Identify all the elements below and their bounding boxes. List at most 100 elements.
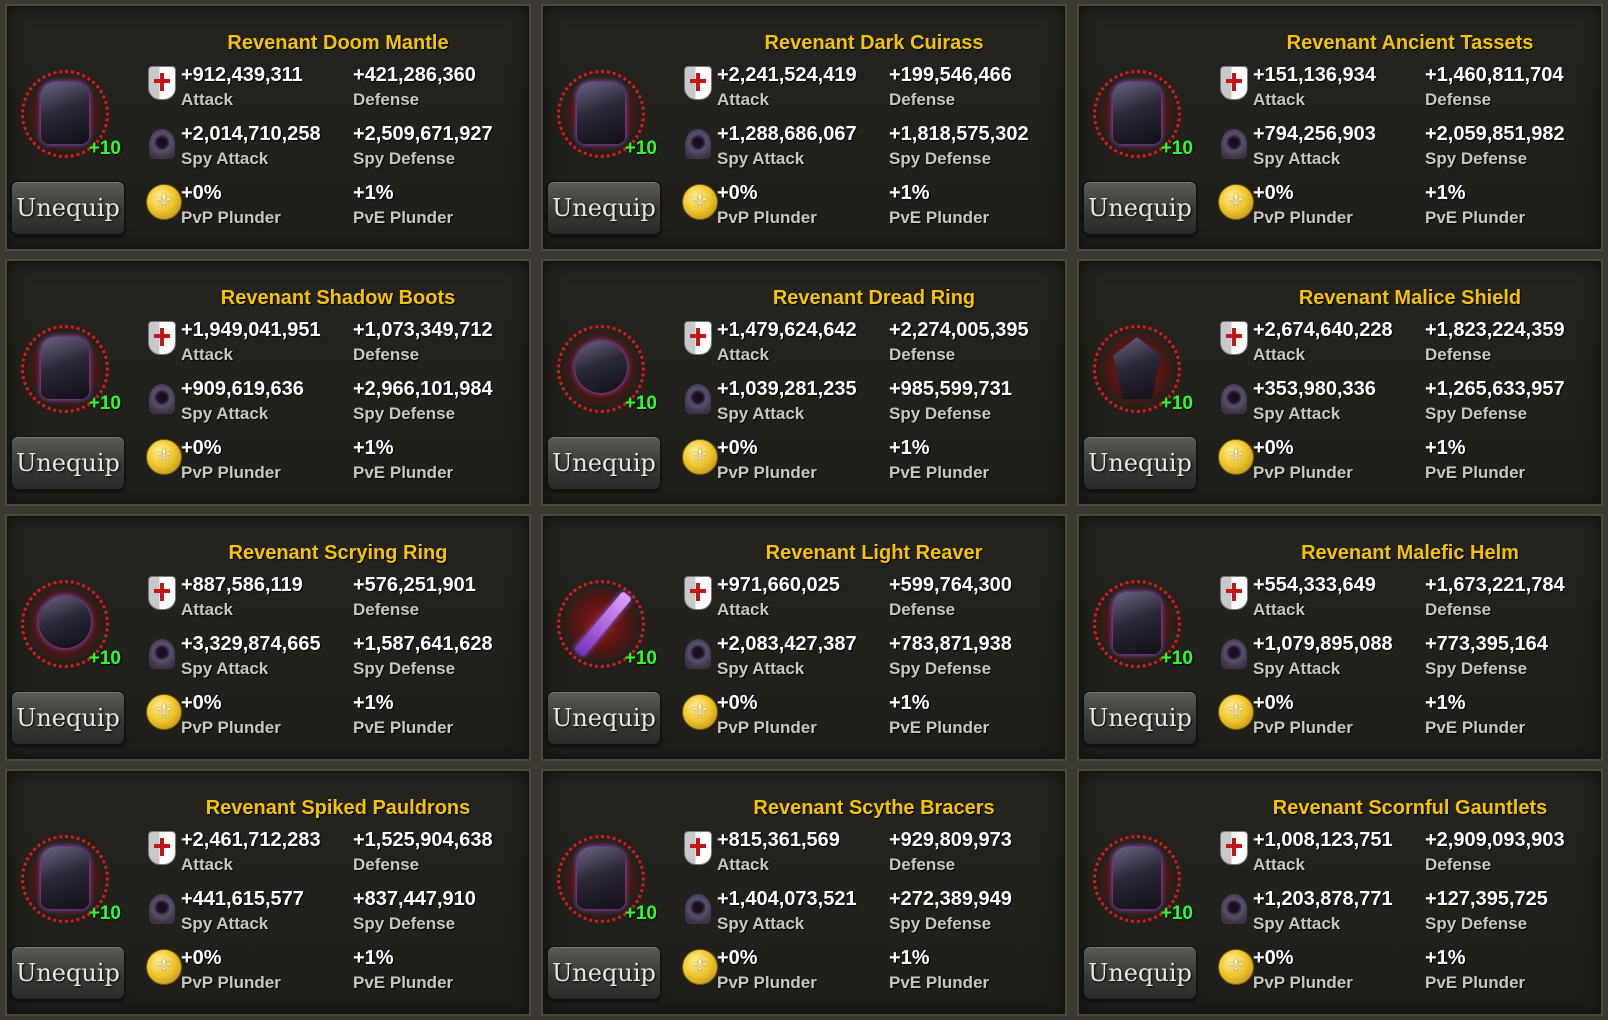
item-image[interactable]: +10: [553, 321, 657, 417]
pvp-plunder-value: +0%: [717, 947, 758, 969]
item-name: Revenant Scornful Gauntlets: [1272, 797, 1548, 819]
cloak-icon: [41, 82, 89, 144]
pvp-plunder-value: +0%: [1253, 947, 1294, 969]
unequip-button[interactable]: Unequip: [1083, 436, 1197, 490]
unequip-button[interactable]: Unequip: [547, 181, 661, 235]
spy-attack-label: Spy Attack: [1253, 914, 1341, 933]
pvp-plunder-value: +0%: [717, 437, 758, 459]
defense-label: Defense: [889, 600, 956, 619]
equipment-card: Revenant Light Reaver +10 Unequip +971,6…: [541, 514, 1067, 761]
item-image[interactable]: +10: [553, 66, 657, 162]
item-image[interactable]: +10: [17, 831, 121, 927]
pve-plunder-label: PvE Plunder: [889, 718, 990, 737]
pvp-plunder-value: +0%: [1253, 182, 1294, 204]
pvp-plunder-value: +0%: [181, 692, 222, 714]
unequip-button[interactable]: Unequip: [11, 691, 125, 745]
item-image[interactable]: +10: [1089, 576, 1193, 672]
unequip-button[interactable]: Unequip: [11, 436, 125, 490]
spy-defense-label: Spy Defense: [889, 149, 992, 168]
attack-value: +2,241,524,419: [717, 64, 857, 86]
spy-defense-value: +837,447,910: [353, 888, 476, 910]
unequip-button[interactable]: Unequip: [1083, 946, 1197, 1000]
item-name: Revenant Malice Shield: [1298, 287, 1522, 309]
upgrade-level: +10: [1160, 138, 1193, 159]
upgrade-level: +10: [624, 648, 657, 669]
item-image[interactable]: +10: [17, 576, 121, 672]
upgrade-level: +10: [624, 903, 657, 924]
attack-value: +971,660,025: [717, 574, 840, 596]
gold-coin-icon: [1214, 182, 1254, 220]
knight-shield-icon: [142, 574, 178, 610]
pve-plunder-value: +1%: [889, 692, 930, 714]
tassets-icon: [1113, 82, 1161, 144]
spy-attack-value: +1,079,895,088: [1253, 633, 1393, 655]
knight-shield-icon: [1214, 319, 1250, 355]
item-image[interactable]: +10: [1089, 321, 1193, 417]
spy-attack-label: Spy Attack: [181, 659, 269, 678]
spy-attack-value: +353,980,336: [1253, 378, 1376, 400]
attack-value: +1,949,041,951: [181, 319, 321, 341]
item-image[interactable]: +10: [553, 576, 657, 672]
item-name: Revenant Light Reaver: [765, 542, 983, 564]
unequip-button[interactable]: Unequip: [547, 436, 661, 490]
spy-attack-label: Spy Attack: [717, 914, 805, 933]
defense-value: +199,546,466: [889, 64, 1012, 86]
spy-defense-label: Spy Defense: [1425, 149, 1528, 168]
spy-attack-value: +441,615,577: [181, 888, 304, 910]
unequip-button[interactable]: Unequip: [11, 181, 125, 235]
defense-value: +599,764,300: [889, 574, 1012, 596]
pvp-plunder-label: PvP Plunder: [181, 718, 281, 737]
pvp-plunder-value: +0%: [181, 182, 222, 204]
attack-label: Attack: [181, 855, 233, 874]
attack-value: +151,136,934: [1253, 64, 1376, 86]
attack-label: Attack: [717, 90, 769, 109]
pve-plunder-label: PvE Plunder: [889, 208, 990, 227]
spy-defense-value: +2,059,851,982: [1425, 123, 1565, 145]
unequip-button[interactable]: Unequip: [547, 946, 661, 1000]
item-name: Revenant Malefic Helm: [1301, 542, 1519, 564]
attack-label: Attack: [1253, 90, 1305, 109]
item-image[interactable]: +10: [1089, 66, 1193, 162]
defense-value: +1,525,904,638: [353, 829, 493, 851]
defense-label: Defense: [889, 90, 956, 109]
item-image[interactable]: +10: [553, 831, 657, 927]
equipment-card: Revenant Ancient Tassets +10 Unequip +15…: [1077, 4, 1603, 251]
attack-value: +1,008,123,751: [1253, 829, 1393, 851]
gold-coin-icon: [678, 947, 718, 985]
gold-coin-icon: [678, 692, 718, 730]
pve-plunder-value: +1%: [889, 182, 930, 204]
pvp-plunder-label: PvP Plunder: [717, 463, 817, 482]
unequip-button[interactable]: Unequip: [1083, 691, 1197, 745]
spy-attack-label: Spy Attack: [717, 149, 805, 168]
spy-defense-value: +272,389,949: [889, 888, 1012, 910]
equipment-card: Revenant Scornful Gauntlets +10 Unequip …: [1077, 769, 1603, 1016]
pve-plunder-label: PvE Plunder: [1425, 973, 1526, 992]
hooded-spy-icon: [1214, 888, 1250, 924]
attack-label: Attack: [181, 600, 233, 619]
item-image[interactable]: +10: [17, 66, 121, 162]
upgrade-level: +10: [88, 648, 121, 669]
unequip-button[interactable]: Unequip: [547, 691, 661, 745]
equipment-card: Revenant Doom Mantle +10 Unequip +912,43…: [5, 4, 531, 251]
item-image[interactable]: +10: [1089, 831, 1193, 927]
defense-label: Defense: [1425, 855, 1492, 874]
unequip-button[interactable]: Unequip: [11, 946, 125, 1000]
spy-defense-label: Spy Defense: [353, 149, 456, 168]
spy-attack-label: Spy Attack: [181, 914, 269, 933]
item-image[interactable]: +10: [17, 321, 121, 417]
spy-defense-value: +1,587,641,628: [353, 633, 493, 655]
knight-shield-icon: [678, 574, 714, 610]
spy-defense-value: +127,395,725: [1425, 888, 1548, 910]
spy-attack-label: Spy Attack: [181, 404, 269, 423]
spy-attack-value: +1,203,878,771: [1253, 888, 1393, 910]
pvp-plunder-label: PvP Plunder: [1253, 463, 1353, 482]
hooded-spy-icon: [142, 123, 178, 159]
knight-shield-icon: [1214, 829, 1250, 865]
unequip-button[interactable]: Unequip: [1083, 181, 1197, 235]
pve-plunder-value: +1%: [353, 437, 394, 459]
spy-defense-label: Spy Defense: [1425, 404, 1528, 423]
pvp-plunder-value: +0%: [717, 692, 758, 714]
spy-defense-label: Spy Defense: [889, 659, 992, 678]
gold-coin-icon: [1214, 692, 1254, 730]
spy-defense-label: Spy Defense: [889, 404, 992, 423]
